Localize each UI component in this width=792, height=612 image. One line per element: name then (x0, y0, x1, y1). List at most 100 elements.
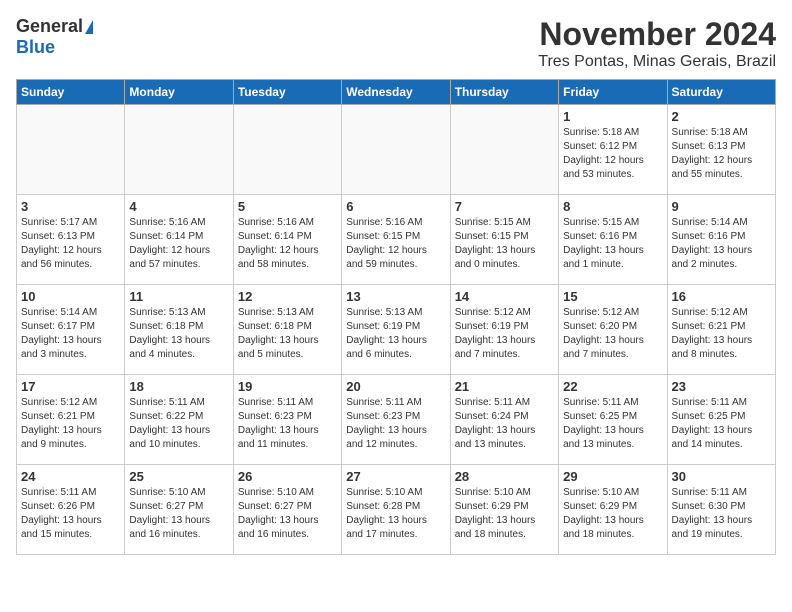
logo: General Blue (16, 16, 93, 58)
day-info: Sunrise: 5:12 AM Sunset: 6:20 PM Dayligh… (563, 306, 662, 362)
day-number: 27 (346, 469, 445, 484)
calendar-cell: 16 Sunrise: 5:12 AM Sunset: 6:21 PM Dayli… (667, 285, 775, 375)
day-info: Sunrise: 5:18 AM Sunset: 6:12 PM Dayligh… (563, 126, 662, 182)
day-info: Sunrise: 5:10 AM Sunset: 6:27 PM Dayligh… (238, 486, 337, 542)
weekday-header-thursday: Thursday (450, 80, 558, 105)
week-row-1: 1Sunrise: 5:18 AM Sunset: 6:12 PM Daylig… (17, 105, 776, 195)
day-number: 19 (238, 379, 337, 394)
day-info: Sunrise: 5:13 AM Sunset: 6:19 PM Dayligh… (346, 306, 445, 362)
calendar-cell: 26 Sunrise: 5:10 AM Sunset: 6:27 PM Dayli… (233, 465, 341, 555)
day-info: Sunrise: 5:10 AM Sunset: 6:29 PM Dayligh… (563, 486, 662, 542)
day-info: Sunrise: 5:17 AM Sunset: 6:13 PM Dayligh… (21, 216, 120, 272)
calendar-cell: 27 Sunrise: 5:10 AM Sunset: 6:28 PM Dayli… (342, 465, 450, 555)
day-info: Sunrise: 5:12 AM Sunset: 6:21 PM Dayligh… (21, 396, 120, 452)
day-info: Sunrise: 5:11 AM Sunset: 6:24 PM Dayligh… (455, 396, 554, 452)
weekday-header-friday: Friday (559, 80, 667, 105)
day-number: 29 (563, 469, 662, 484)
calendar-cell: 28 Sunrise: 5:10 AM Sunset: 6:29 PM Dayli… (450, 465, 558, 555)
day-number: 13 (346, 289, 445, 304)
calendar-cell: 9 Sunrise: 5:14 AM Sunset: 6:16 PM Daylig… (667, 195, 775, 285)
day-info: Sunrise: 5:12 AM Sunset: 6:19 PM Dayligh… (455, 306, 554, 362)
calendar-cell: 11Sunrise: 5:13 AM Sunset: 6:18 PM Dayli… (125, 285, 233, 375)
weekday-header-sunday: Sunday (17, 80, 125, 105)
calendar-cell: 3Sunrise: 5:17 AM Sunset: 6:13 PM Daylig… (17, 195, 125, 285)
day-number: 4 (129, 199, 228, 214)
day-info: Sunrise: 5:10 AM Sunset: 6:28 PM Dayligh… (346, 486, 445, 542)
logo-general-text: General (16, 16, 83, 37)
title-area: November 2024 Tres Pontas, Minas Gerais,… (538, 16, 776, 71)
calendar-cell: 7 Sunrise: 5:15 AM Sunset: 6:15 PM Daylig… (450, 195, 558, 285)
day-number: 17 (21, 379, 120, 394)
logo-blue-text: Blue (16, 37, 55, 58)
day-info: Sunrise: 5:11 AM Sunset: 6:26 PM Dayligh… (21, 486, 120, 542)
day-number: 7 (455, 199, 554, 214)
week-row-3: 10 Sunrise: 5:14 AM Sunset: 6:17 PM Dayli… (17, 285, 776, 375)
calendar-cell: 25 Sunrise: 5:10 AM Sunset: 6:27 PM Dayli… (125, 465, 233, 555)
calendar-cell: 12 Sunrise: 5:13 AM Sunset: 6:18 PM Dayli… (233, 285, 341, 375)
day-info: Sunrise: 5:18 AM Sunset: 6:13 PM Dayligh… (672, 126, 771, 182)
calendar-cell: 21 Sunrise: 5:11 AM Sunset: 6:24 PM Dayli… (450, 375, 558, 465)
calendar-cell: 22Sunrise: 5:11 AM Sunset: 6:25 PM Dayli… (559, 375, 667, 465)
week-row-5: 24 Sunrise: 5:11 AM Sunset: 6:26 PM Dayli… (17, 465, 776, 555)
day-info: Sunrise: 5:16 AM Sunset: 6:14 PM Dayligh… (238, 216, 337, 272)
day-number: 5 (238, 199, 337, 214)
day-info: Sunrise: 5:13 AM Sunset: 6:18 PM Dayligh… (129, 306, 228, 362)
calendar-cell: 23 Sunrise: 5:11 AM Sunset: 6:25 PM Dayli… (667, 375, 775, 465)
day-info: Sunrise: 5:16 AM Sunset: 6:14 PM Dayligh… (129, 216, 228, 272)
weekday-header-monday: Monday (125, 80, 233, 105)
day-info: Sunrise: 5:16 AM Sunset: 6:15 PM Dayligh… (346, 216, 445, 272)
day-info: Sunrise: 5:14 AM Sunset: 6:17 PM Dayligh… (21, 306, 120, 362)
day-info: Sunrise: 5:11 AM Sunset: 6:25 PM Dayligh… (672, 396, 771, 452)
day-number: 24 (21, 469, 120, 484)
day-number: 14 (455, 289, 554, 304)
day-number: 2 (672, 109, 771, 124)
week-row-2: 3Sunrise: 5:17 AM Sunset: 6:13 PM Daylig… (17, 195, 776, 285)
day-number: 23 (672, 379, 771, 394)
calendar-cell: 29 Sunrise: 5:10 AM Sunset: 6:29 PM Dayli… (559, 465, 667, 555)
day-info: Sunrise: 5:15 AM Sunset: 6:15 PM Dayligh… (455, 216, 554, 272)
day-info: Sunrise: 5:11 AM Sunset: 6:25 PM Dayligh… (563, 396, 662, 452)
calendar-cell: 13 Sunrise: 5:13 AM Sunset: 6:19 PM Dayli… (342, 285, 450, 375)
calendar-cell (233, 105, 341, 195)
calendar-cell: 6 Sunrise: 5:16 AM Sunset: 6:15 PM Daylig… (342, 195, 450, 285)
calendar-cell: 17 Sunrise: 5:12 AM Sunset: 6:21 PM Dayli… (17, 375, 125, 465)
day-number: 15 (563, 289, 662, 304)
calendar-cell: 20Sunrise: 5:11 AM Sunset: 6:23 PM Dayli… (342, 375, 450, 465)
day-info: Sunrise: 5:12 AM Sunset: 6:21 PM Dayligh… (672, 306, 771, 362)
day-number: 9 (672, 199, 771, 214)
week-row-4: 17 Sunrise: 5:12 AM Sunset: 6:21 PM Dayli… (17, 375, 776, 465)
day-info: Sunrise: 5:10 AM Sunset: 6:29 PM Dayligh… (455, 486, 554, 542)
calendar-cell: 10 Sunrise: 5:14 AM Sunset: 6:17 PM Dayli… (17, 285, 125, 375)
day-info: Sunrise: 5:14 AM Sunset: 6:16 PM Dayligh… (672, 216, 771, 272)
calendar-cell: 1Sunrise: 5:18 AM Sunset: 6:12 PM Daylig… (559, 105, 667, 195)
calendar-cell: 30 Sunrise: 5:11 AM Sunset: 6:30 PM Dayli… (667, 465, 775, 555)
day-number: 6 (346, 199, 445, 214)
day-number: 21 (455, 379, 554, 394)
day-info: Sunrise: 5:10 AM Sunset: 6:27 PM Dayligh… (129, 486, 228, 542)
calendar-cell: 24 Sunrise: 5:11 AM Sunset: 6:26 PM Dayli… (17, 465, 125, 555)
calendar-cell: 14 Sunrise: 5:12 AM Sunset: 6:19 PM Dayli… (450, 285, 558, 375)
calendar-cell: 4 Sunrise: 5:16 AM Sunset: 6:14 PM Daylig… (125, 195, 233, 285)
weekday-header-saturday: Saturday (667, 80, 775, 105)
weekday-header-tuesday: Tuesday (233, 80, 341, 105)
location-title: Tres Pontas, Minas Gerais, Brazil (538, 53, 776, 71)
day-info: Sunrise: 5:11 AM Sunset: 6:22 PM Dayligh… (129, 396, 228, 452)
day-number: 8 (563, 199, 662, 214)
month-title: November 2024 (538, 16, 776, 53)
calendar-cell (450, 105, 558, 195)
calendar-cell (125, 105, 233, 195)
day-number: 26 (238, 469, 337, 484)
calendar-cell: 5 Sunrise: 5:16 AM Sunset: 6:14 PM Daylig… (233, 195, 341, 285)
day-number: 28 (455, 469, 554, 484)
calendar-table: SundayMondayTuesdayWednesdayThursdayFrid… (16, 79, 776, 555)
day-number: 20 (346, 379, 445, 394)
day-number: 25 (129, 469, 228, 484)
day-info: Sunrise: 5:13 AM Sunset: 6:18 PM Dayligh… (238, 306, 337, 362)
calendar-cell (342, 105, 450, 195)
day-number: 12 (238, 289, 337, 304)
day-number: 16 (672, 289, 771, 304)
day-number: 30 (672, 469, 771, 484)
day-number: 10 (21, 289, 120, 304)
day-info: Sunrise: 5:11 AM Sunset: 6:30 PM Dayligh… (672, 486, 771, 542)
calendar-cell: 15 Sunrise: 5:12 AM Sunset: 6:20 PM Dayli… (559, 285, 667, 375)
